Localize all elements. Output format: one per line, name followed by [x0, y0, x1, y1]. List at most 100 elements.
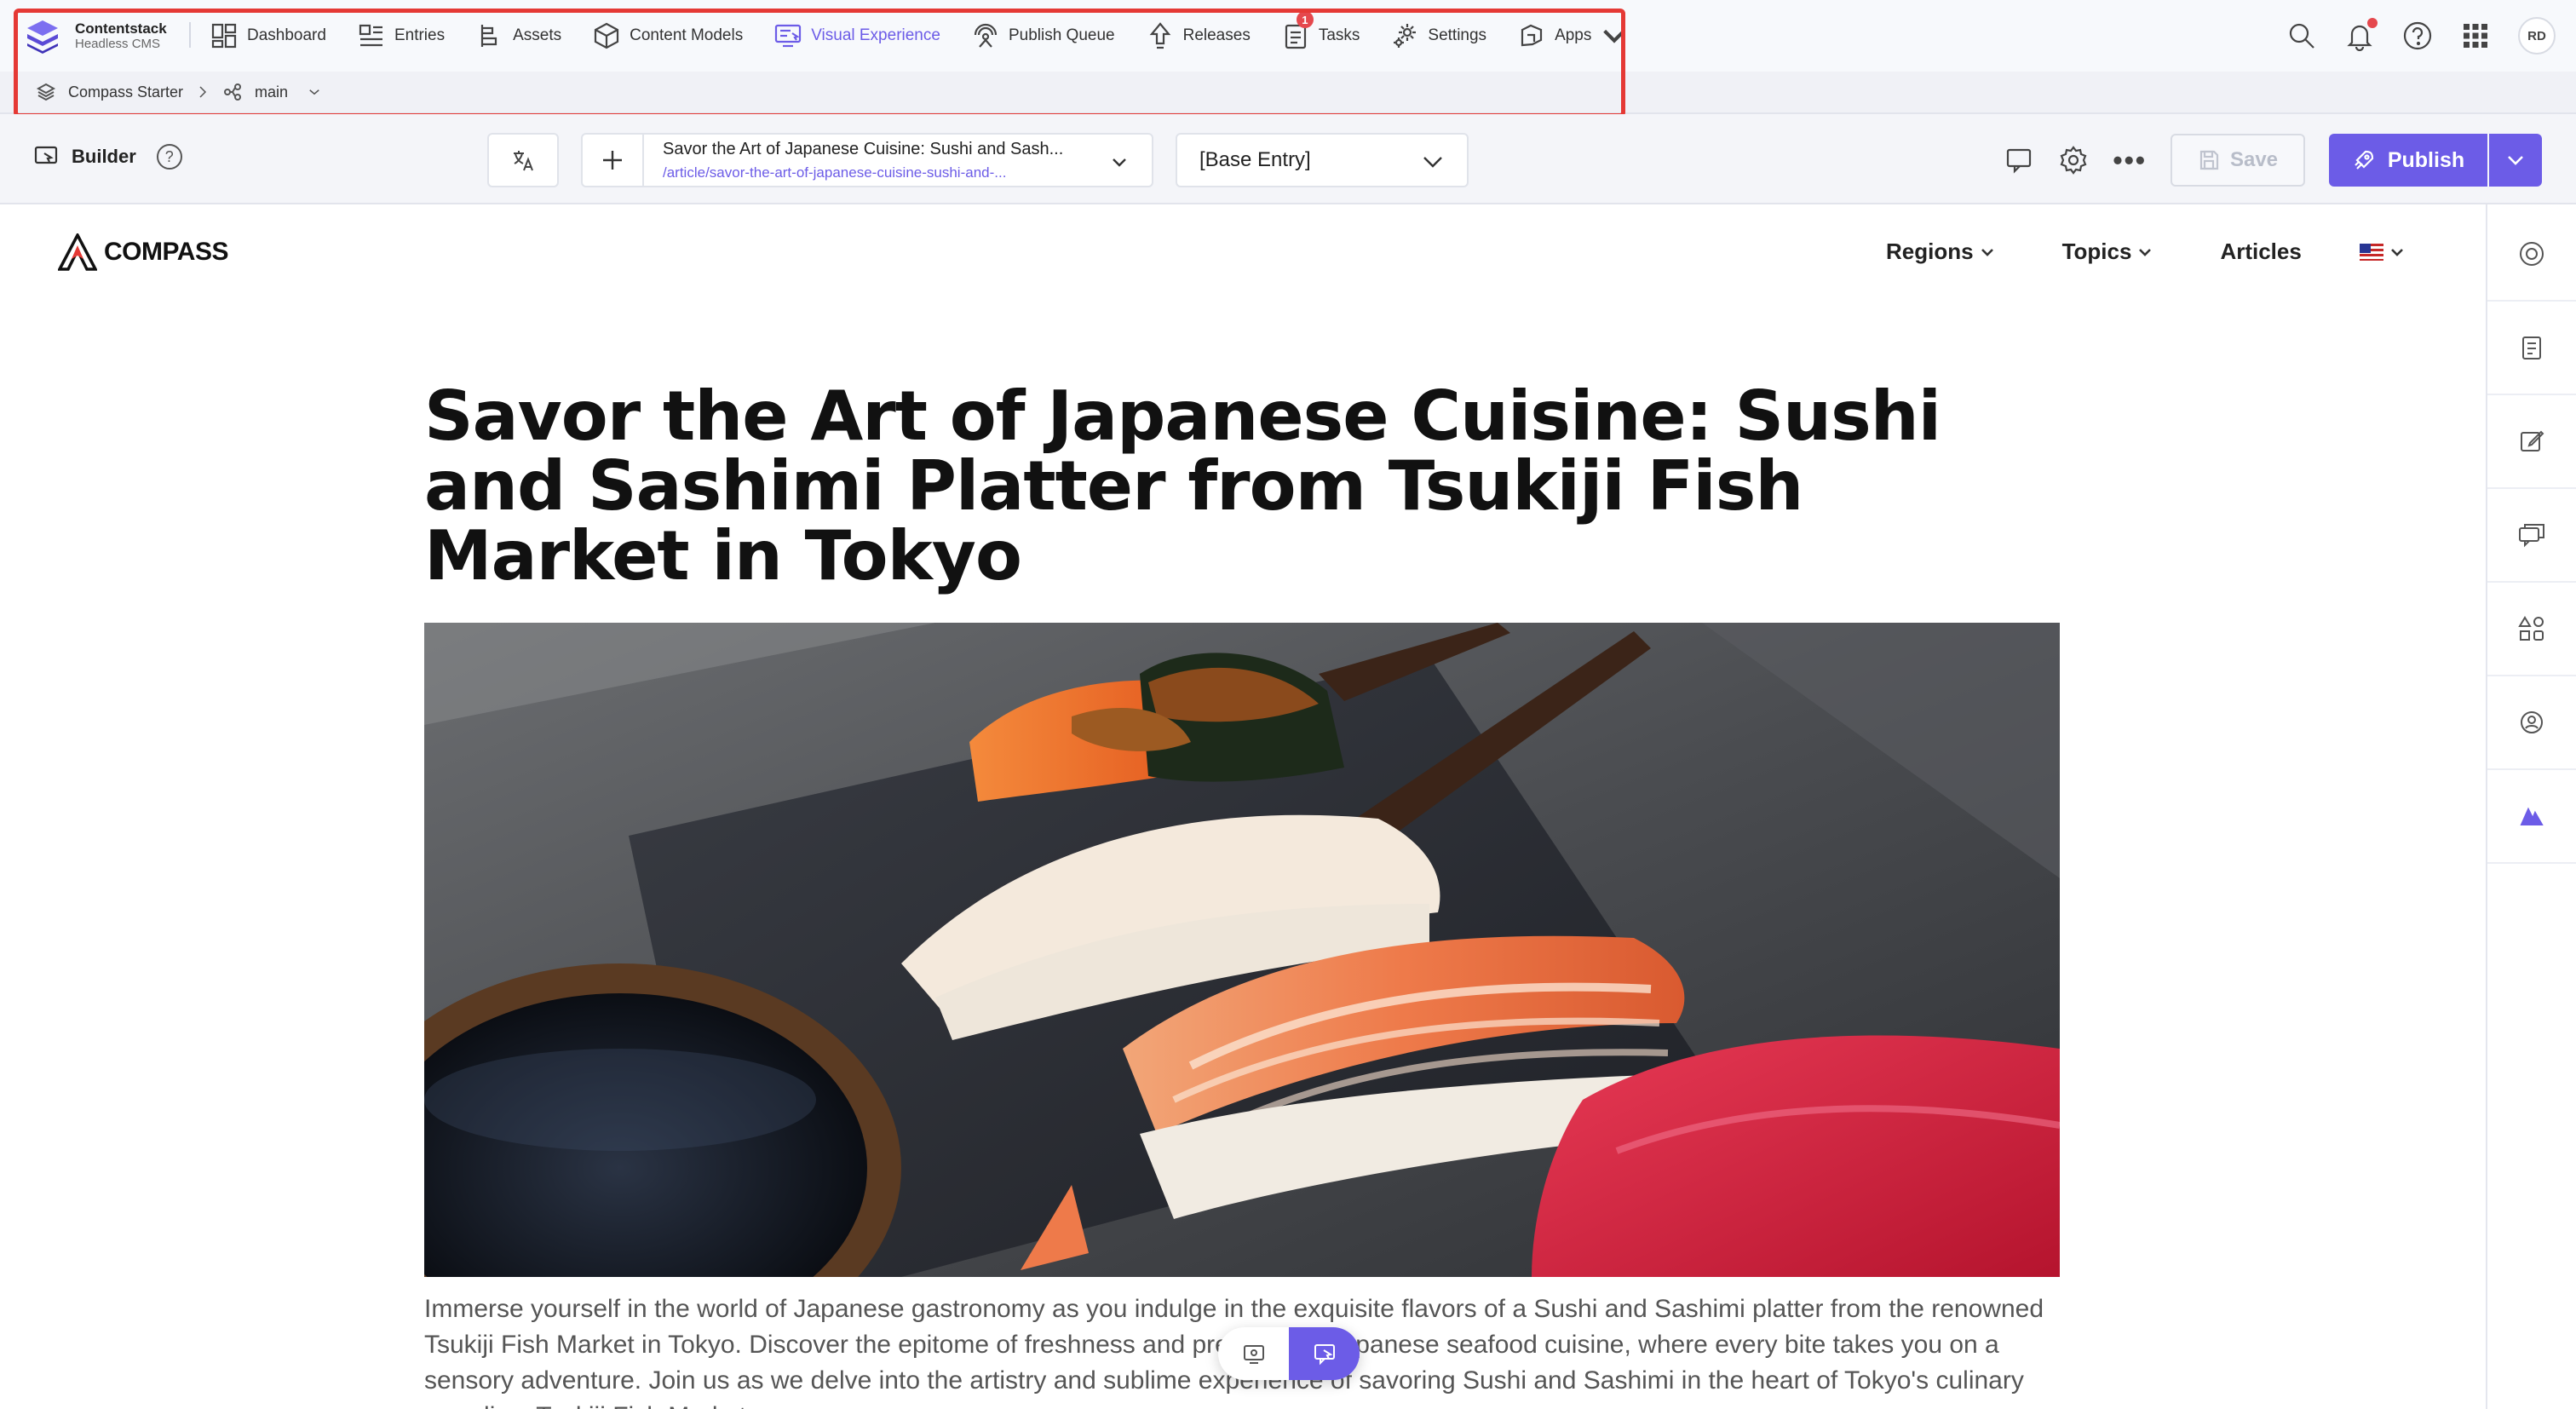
nav-apps[interactable]: Apps [1517, 21, 1629, 50]
nav-label: Settings [1428, 26, 1487, 44]
nav-label: Publish Queue [1008, 26, 1115, 44]
chevron-down-icon [1981, 248, 1993, 256]
search-icon[interactable] [2286, 20, 2317, 51]
brand[interactable]: Contentstack Headless CMS [24, 12, 167, 60]
publish-label: Publish [2387, 147, 2465, 172]
nav-publish-queue[interactable]: Publish Queue [971, 21, 1115, 50]
preview-canvas: COMPASS Regions Topics Articles Savor th… [0, 204, 2486, 1409]
app-grid-icon[interactable] [2460, 20, 2491, 51]
nav-visual-experience[interactable]: Visual Experience [773, 21, 940, 50]
rail-settings[interactable] [2487, 208, 2576, 302]
publish-button[interactable]: Publish [2329, 134, 2487, 187]
locale-selector[interactable] [2359, 243, 2406, 261]
site-nav-regions[interactable]: Regions [1886, 239, 1996, 265]
rail-comments[interactable] [2487, 489, 2576, 583]
toolbar-actions: ••• Save Publish [2004, 133, 2542, 187]
rail-brand-kit[interactable] [2487, 770, 2576, 864]
main-nav: Dashboard Entries Assets Content Models … [210, 0, 1629, 72]
preview-mode-button[interactable] [1218, 1327, 1289, 1380]
article-title[interactable]: Savor the Art of Japanese Cuisine: Sushi… [424, 382, 2085, 591]
variant-selector[interactable]: [Base Entry] [1176, 133, 1469, 187]
branch-icon [224, 83, 242, 101]
chevron-down-icon [2508, 156, 2523, 165]
nav-label: Apps [1555, 26, 1592, 44]
help-icon[interactable] [2402, 20, 2433, 51]
more-options-button[interactable]: ••• [2113, 145, 2147, 176]
us-flag-icon [2359, 243, 2383, 261]
nav-releases[interactable]: Releases [1146, 21, 1251, 50]
settings-icon [1394, 24, 1417, 48]
builder-help-icon[interactable]: ? [156, 144, 182, 170]
edit-cursor-icon [1314, 1344, 1335, 1366]
publish-options-button[interactable] [2489, 134, 2542, 187]
content-models-icon [595, 22, 619, 49]
chevron-down-icon[interactable] [1109, 152, 1130, 172]
brand-subtitle: Headless CMS [75, 37, 161, 52]
comments-icon [2519, 524, 2544, 548]
brand-name: Contentstack [75, 20, 167, 37]
rail-personalize[interactable] [2487, 676, 2576, 770]
stack-branch-bar: Compass Starter main [0, 72, 2576, 114]
nav-content-models[interactable]: Content Models [592, 21, 743, 50]
site-nav-label: Regions [1886, 239, 1974, 264]
translate-button[interactable] [487, 133, 559, 187]
contentstack-logo-icon [27, 20, 58, 54]
chevron-down-icon [1423, 157, 1442, 168]
notifications-button[interactable] [2344, 18, 2378, 52]
rail-components[interactable] [2487, 583, 2576, 676]
chevron-right-icon [199, 86, 207, 98]
builder-label: Builder [72, 146, 136, 167]
nav-label: Visual Experience [811, 26, 940, 44]
entry-url: /article/savor-the-art-of-japanese-cuisi… [663, 164, 1007, 181]
stack-icon [36, 83, 56, 101]
rocket-icon [2355, 150, 2373, 170]
sushi-photo [424, 623, 2060, 1277]
publish-group: Publish [2329, 134, 2542, 187]
site-navigation: Regions Topics Articles [1886, 239, 2406, 265]
stack-name[interactable]: Compass Starter [68, 83, 183, 101]
nav-dashboard[interactable]: Dashboard [210, 21, 326, 50]
chevron-down-icon [2390, 248, 2403, 256]
dashboard-icon [211, 23, 237, 49]
save-button[interactable]: Save [2171, 134, 2305, 187]
nav-tasks[interactable]: 1 Tasks [1281, 11, 1360, 50]
branch-name[interactable]: main [255, 83, 288, 101]
entry-title: Savor the Art of Japanese Cuisine: Sushi… [663, 139, 1064, 158]
chevron-down-icon [1603, 29, 1626, 43]
breadcrumb: Compass Starter main [36, 72, 322, 112]
entry-selector[interactable]: Savor the Art of Japanese Cuisine: Sushi… [581, 133, 1153, 187]
nav-settings[interactable]: Settings [1390, 21, 1486, 50]
comment-icon[interactable] [2004, 145, 2034, 175]
site-logo-text: COMPASS [104, 238, 228, 266]
visual-experience-icon [775, 24, 802, 48]
rail-edit[interactable] [2487, 395, 2576, 489]
entry-info: Savor the Art of Japanese Cuisine: Sushi… [644, 140, 1087, 181]
site-nav-topics[interactable]: Topics [2062, 239, 2154, 265]
assets-icon [480, 25, 497, 47]
publish-queue-icon [974, 23, 998, 48]
site-nav-label: Articles [2220, 239, 2302, 264]
releases-icon [1149, 22, 1170, 49]
nav-label: Entries [394, 26, 446, 44]
save-icon [2199, 150, 2219, 170]
nav-label: Releases [1182, 26, 1251, 44]
nav-assets[interactable]: Assets [475, 21, 561, 50]
add-entry-button[interactable] [583, 135, 644, 186]
variant-value: [Base Entry] [1199, 148, 1311, 171]
user-avatar[interactable]: RD [2518, 17, 2556, 55]
notification-dot [2367, 18, 2378, 28]
settings-gear-icon[interactable] [2058, 145, 2089, 175]
tasks-badge: 1 [1296, 11, 1314, 28]
site-nav-articles[interactable]: Articles [2220, 239, 2301, 265]
article-hero-image[interactable] [424, 623, 2060, 1277]
chevron-down-icon [2139, 248, 2152, 256]
builder-mode[interactable]: Builder ? [32, 143, 182, 170]
edit-mode-button[interactable] [1289, 1327, 1360, 1380]
chevron-down-icon[interactable] [307, 84, 322, 100]
plus-icon [603, 151, 622, 170]
nav-entries[interactable]: Entries [357, 21, 445, 50]
site-logo[interactable]: COMPASS [58, 233, 228, 271]
rail-entry-fields[interactable] [2487, 302, 2576, 395]
top-navigation: Contentstack Headless CMS Dashboard Entr… [0, 0, 2576, 72]
nav-label: Content Models [630, 26, 744, 44]
